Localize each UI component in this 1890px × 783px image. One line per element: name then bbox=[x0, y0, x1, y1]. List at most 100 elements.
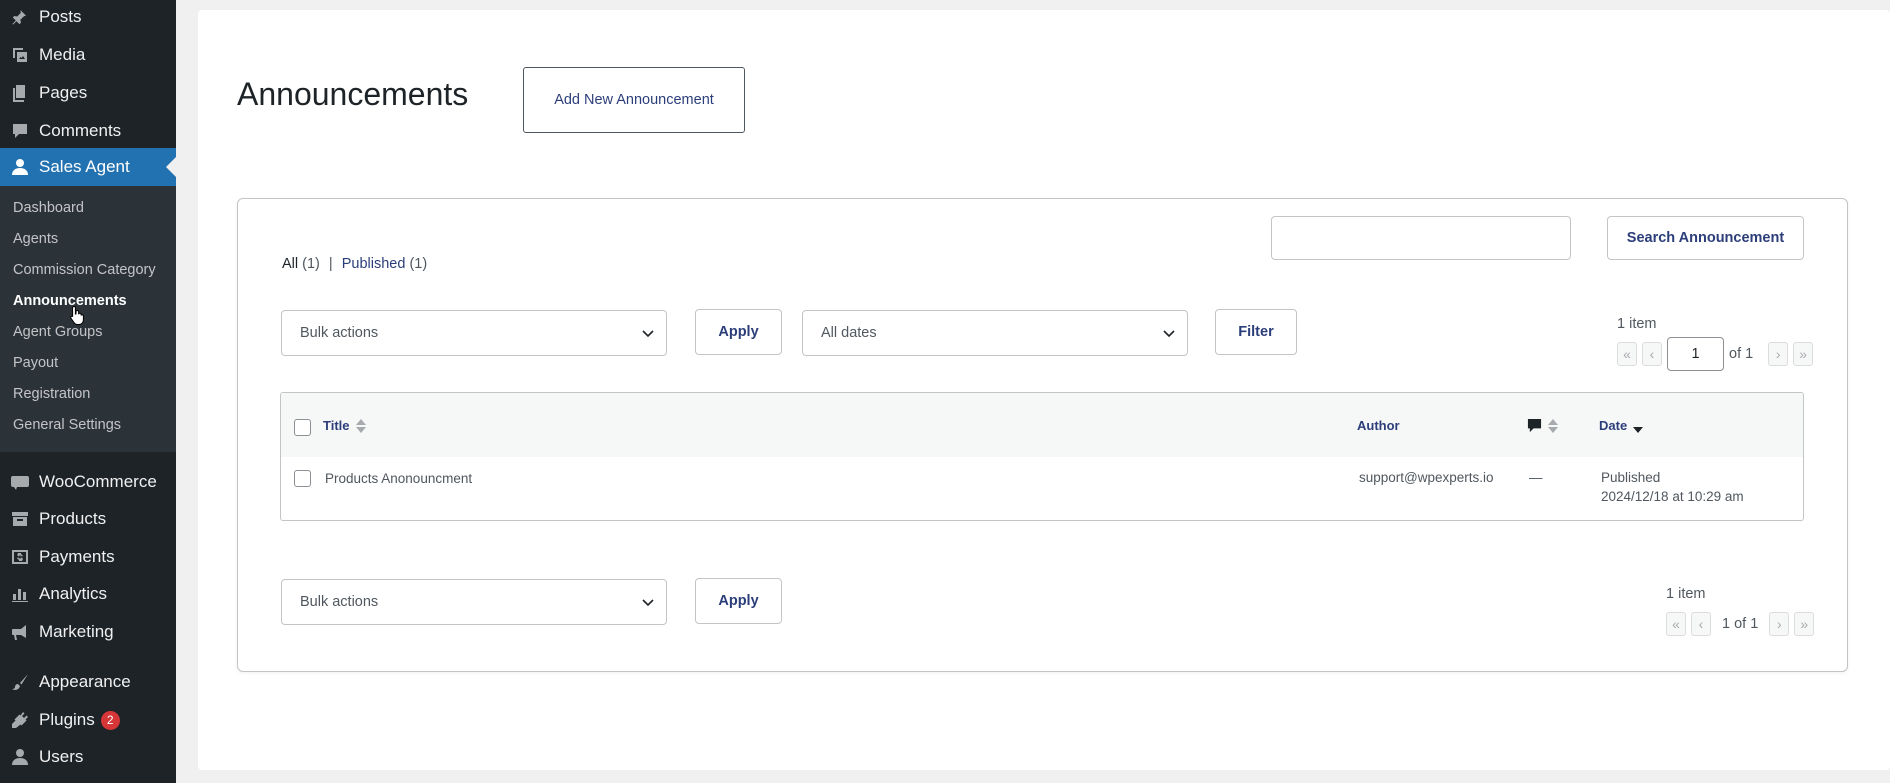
last-page-button[interactable]: » bbox=[1794, 612, 1815, 636]
first-page-button[interactable]: « bbox=[1666, 612, 1686, 636]
submenu-registration[interactable]: Registration bbox=[13, 386, 90, 402]
media-icon bbox=[9, 44, 31, 66]
comment-icon bbox=[9, 120, 31, 142]
column-comments[interactable] bbox=[1527, 418, 1558, 433]
menu-analytics[interactable]: Analytics bbox=[0, 575, 176, 613]
status-views: All (1) | Published (1) bbox=[282, 256, 427, 272]
sort-icon bbox=[1548, 418, 1558, 433]
search-input[interactable] bbox=[1271, 216, 1571, 260]
submenu-dashboard[interactable]: Dashboard bbox=[13, 200, 84, 216]
row-checkbox[interactable] bbox=[294, 470, 311, 487]
woo-icon bbox=[9, 471, 31, 493]
menu-woocommerce[interactable]: WooCommerce bbox=[0, 463, 176, 501]
filter-button[interactable]: Filter bbox=[1215, 309, 1297, 355]
last-page-button[interactable]: » bbox=[1793, 342, 1814, 366]
bulk-actions-select-bottom[interactable]: Bulk actions bbox=[281, 579, 667, 625]
submenu-general-settings[interactable]: General Settings bbox=[13, 417, 121, 433]
view-all[interactable]: All bbox=[282, 256, 298, 272]
plug-icon bbox=[9, 709, 31, 731]
select-all-checkbox[interactable] bbox=[294, 419, 311, 436]
chevron-down-icon bbox=[642, 330, 654, 338]
total-pages: of 1 bbox=[1729, 346, 1754, 362]
menu-media[interactable]: Media bbox=[0, 36, 176, 74]
pagination-top: « ‹ of 1 › » bbox=[1617, 337, 1814, 371]
row-status: Published bbox=[1601, 470, 1661, 485]
hand-cursor-icon bbox=[70, 305, 84, 325]
menu-users[interactable]: Users bbox=[0, 738, 176, 776]
comment-bubble-icon bbox=[1527, 418, 1542, 433]
menu-label: Marketing bbox=[39, 622, 114, 641]
prev-page-button[interactable]: ‹ bbox=[1691, 612, 1711, 636]
next-page-button[interactable]: › bbox=[1769, 612, 1790, 636]
sort-icon bbox=[355, 418, 366, 433]
dollar-icon bbox=[9, 546, 31, 568]
brush-icon bbox=[9, 671, 31, 693]
row-date: 2024/12/18 at 10:29 am bbox=[1601, 489, 1744, 504]
add-new-announcement-button[interactable]: Add New Announcement bbox=[523, 67, 745, 133]
first-page-button[interactable]: « bbox=[1617, 342, 1637, 366]
admin-sidebar: Posts Media Pages Comments Sales Agent D… bbox=[0, 0, 176, 783]
chevron-down-icon bbox=[642, 599, 654, 607]
menu-label: Payments bbox=[39, 547, 115, 566]
menu-marketing[interactable]: Marketing bbox=[0, 613, 176, 651]
next-page-button[interactable]: › bbox=[1768, 342, 1789, 366]
menu-label: Posts bbox=[39, 7, 82, 26]
apply-button[interactable]: Apply bbox=[695, 309, 782, 355]
menu-label: Pages bbox=[39, 83, 88, 102]
view-separator: | bbox=[328, 256, 333, 272]
row-title-link[interactable]: Products Anonouncment bbox=[325, 469, 472, 488]
bulk-actions-value: Bulk actions bbox=[300, 594, 379, 610]
submenu-agents[interactable]: Agents bbox=[13, 231, 58, 247]
row-author[interactable]: support@wpexperts.io bbox=[1359, 468, 1494, 487]
menu-pages[interactable]: Pages bbox=[0, 74, 176, 112]
column-author-label: Author bbox=[1357, 418, 1400, 433]
prev-page-button[interactable]: ‹ bbox=[1642, 342, 1662, 366]
menu-label: Plugins bbox=[39, 710, 95, 729]
search-button[interactable]: Search Announcement bbox=[1607, 216, 1804, 260]
date-filter-value: All dates bbox=[821, 325, 877, 341]
row-comments: — bbox=[1529, 470, 1543, 485]
sort-desc-icon bbox=[1633, 419, 1644, 433]
menu-products[interactable]: Products bbox=[0, 500, 176, 538]
bar-chart-icon bbox=[9, 583, 31, 605]
pages-icon bbox=[9, 82, 31, 104]
view-all-count: (1) bbox=[302, 256, 320, 272]
date-filter-select[interactable]: All dates bbox=[802, 310, 1188, 356]
menu-label: Analytics bbox=[39, 584, 108, 603]
page-indicator: 1 of 1 bbox=[1722, 616, 1759, 632]
column-title-label: Title bbox=[323, 418, 350, 433]
menu-label: Comments bbox=[39, 121, 122, 140]
menu-label: Media bbox=[39, 45, 86, 64]
submenu-commission-category[interactable]: Commission Category bbox=[13, 262, 156, 278]
submenu-agent-groups[interactable]: Agent Groups bbox=[13, 324, 102, 340]
current-page-input[interactable] bbox=[1667, 337, 1724, 371]
user-icon bbox=[9, 156, 31, 178]
megaphone-icon bbox=[9, 621, 31, 643]
menu-payments[interactable]: Payments bbox=[0, 538, 176, 576]
plugins-update-badge: 2 bbox=[100, 710, 120, 730]
menu-label: Users bbox=[39, 747, 84, 766]
menu-appearance[interactable]: Appearance bbox=[0, 663, 176, 701]
view-published[interactable]: Published bbox=[342, 256, 406, 272]
menu-plugins[interactable]: Plugins 2 bbox=[0, 701, 176, 739]
menu-posts[interactable]: Posts bbox=[0, 0, 176, 36]
column-date[interactable]: Date bbox=[1599, 418, 1644, 433]
items-count: 1 item bbox=[1617, 316, 1657, 332]
column-author: Author bbox=[1357, 418, 1400, 433]
users-icon bbox=[9, 746, 31, 768]
table-header bbox=[281, 393, 1803, 457]
column-date-label: Date bbox=[1599, 418, 1628, 433]
menu-sales-agent[interactable]: Sales Agent bbox=[0, 148, 176, 186]
items-count-bottom: 1 item bbox=[1666, 586, 1706, 602]
archive-icon bbox=[9, 508, 31, 530]
menu-comments[interactable]: Comments bbox=[0, 112, 176, 150]
page-title: Announcements bbox=[237, 76, 469, 112]
bulk-actions-select[interactable]: Bulk actions bbox=[281, 310, 667, 356]
column-title[interactable]: Title bbox=[323, 418, 366, 433]
view-published-count: (1) bbox=[409, 256, 428, 272]
apply-button-bottom[interactable]: Apply bbox=[695, 578, 782, 624]
sales-agent-submenu: Dashboard Agents Commission Category Ann… bbox=[0, 186, 176, 452]
menu-label: Products bbox=[39, 509, 107, 528]
bulk-actions-value: Bulk actions bbox=[300, 325, 379, 341]
submenu-payout[interactable]: Payout bbox=[13, 355, 58, 371]
